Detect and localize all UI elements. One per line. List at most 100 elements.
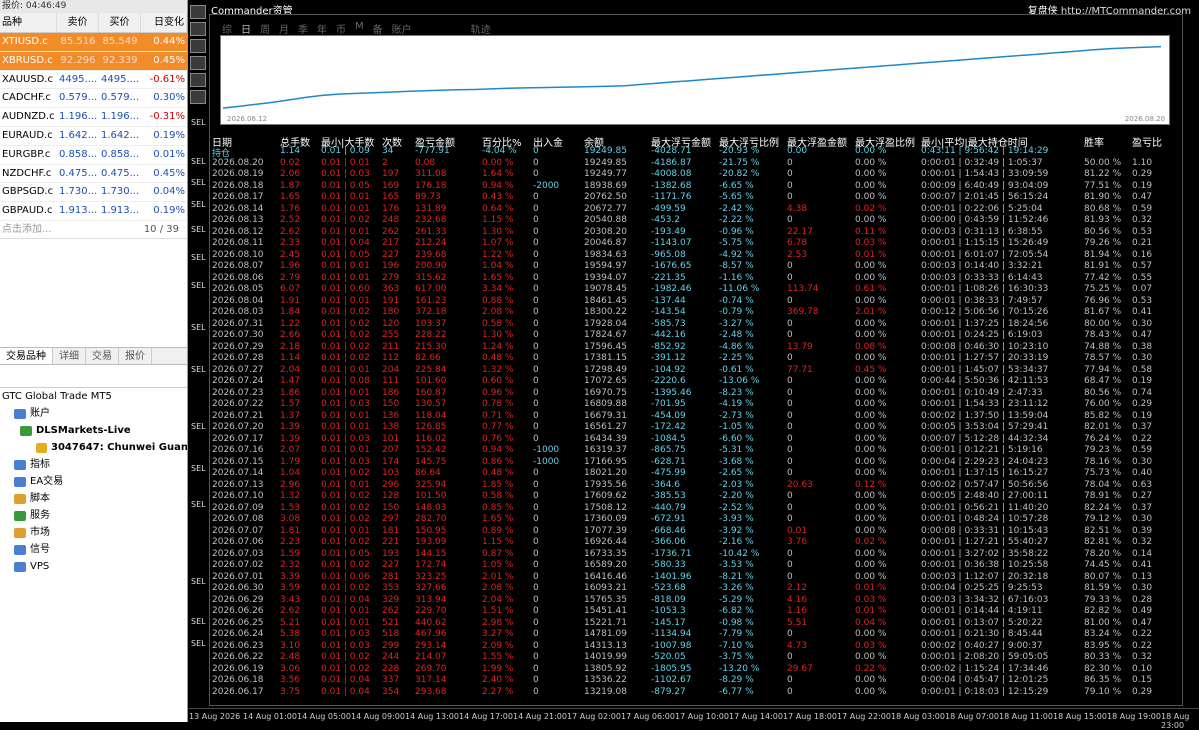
market-watch-row[interactable]: EURGBP.c 0.858... 0.858... 0.01% <box>0 146 187 165</box>
table-row[interactable]: 2026.07.07 1.81 0.01 | 0.01 181 150.95 0.89 %… <box>210 526 1184 538</box>
stats-tab[interactable]: 币 <box>336 21 346 36</box>
navigator-item[interactable]: VPS <box>0 558 187 575</box>
table-row[interactable]: 2026.06.24 5.38 0.01 | 0.03 518 467.96 3.27 %… <box>210 629 1184 641</box>
table-row[interactable]: 2026.07.14 1.04 0.01 | 0.02 103 86.64 0.48 % 0… <box>210 468 1184 480</box>
table-row[interactable]: 2026.07.08 3.08 0.01 | 0.02 297 282.70 1.65 %… <box>210 514 1184 526</box>
table-row[interactable]: 2026.06.17 3.75 0.01 | 0.04 354 293.68 2.27 %… <box>210 687 1184 699</box>
table-row[interactable]: 2026.08.12 2.62 0.01 | 0.01 262 261.33 1.30 %… <box>210 227 1184 239</box>
table-row[interactable]: 2026.07.24 1.47 0.01 | 0.08 111 101.60 0.60 %… <box>210 376 1184 388</box>
stats-tab[interactable]: 备 <box>373 21 383 36</box>
table-row[interactable]: 2026.07.31 1.22 0.01 | 0.02 120 103.37 0.58 %… <box>210 319 1184 331</box>
navigator-item[interactable]: EA交易 <box>0 473 187 490</box>
toolbar-icon[interactable] <box>190 22 206 36</box>
navigator-item[interactable]: DLSMarkets-Live <box>0 422 187 439</box>
table-row[interactable]: 2026.08.18 1.87 0.01 | 0.05 169 176.18 0.94 %… <box>210 181 1184 193</box>
table-row[interactable]: 2026.07.16 2.07 0.01 | 0.01 207 152.42 0.94 %… <box>210 445 1184 457</box>
table-row[interactable]: 2026.07.27 2.04 0.01 | 0.01 204 225.84 1.32 %… <box>210 365 1184 377</box>
toolbar-icon[interactable] <box>190 56 206 70</box>
stats-tab[interactable]: 月 <box>279 21 289 36</box>
tab-trading[interactable]: 交易 <box>86 348 119 364</box>
table-row[interactable]: 2026.07.21 1.37 0.01 | 0.01 136 118.04 0.71 %… <box>210 411 1184 423</box>
tab-details[interactable]: 详细 <box>53 348 86 364</box>
table-row[interactable]: 2026.08.06 2.79 0.01 | 0.01 279 315.62 1.65 %… <box>210 273 1184 285</box>
navigator-item[interactable]: 市场 <box>0 524 187 541</box>
table-cell: 0.13 <box>1132 571 1153 582</box>
table-row[interactable]: 2026.07.06 2.23 0.01 | 0.02 221 193.09 1.15 %… <box>210 537 1184 549</box>
table-row[interactable]: 2026.07.20 1.39 0.01 | 0.01 138 126.85 0.77 %… <box>210 422 1184 434</box>
table-row[interactable]: 2026.08.04 1.91 0.01 | 0.01 191 161.23 0.88 %… <box>210 296 1184 308</box>
market-watch-row[interactable]: GBPSGD.c 1.730... 1.730... 0.04% <box>0 183 187 203</box>
table-row[interactable]: 2026.08.07 1.96 0.01 | 0.01 196 200.90 1.04 %… <box>210 261 1184 273</box>
table-row[interactable]: 2026.06.18 3.56 0.01 | 0.04 337 317.14 2.40 %… <box>210 675 1184 687</box>
stats-tab[interactable]: 周 <box>260 21 270 36</box>
table-row[interactable]: 2026.07.17 1.39 0.01 | 0.03 101 116.02 0.76 %… <box>210 434 1184 446</box>
stats-tab[interactable]: 日 <box>241 21 251 36</box>
table-cell: 0.01 | 0.02 <box>321 491 370 501</box>
table-row[interactable]: 2026.07.22 1.57 0.01 | 0.03 150 130.57 0.78 %… <box>210 399 1184 411</box>
table-row[interactable]: 2026.07.09 1.53 0.01 | 0.02 150 148.03 0.85 %… <box>210 503 1184 515</box>
table-row[interactable]: 2026.08.14 1.76 0.01 | 0.01 176 131.89 0.64 %… <box>210 204 1184 216</box>
table-row[interactable]: 2026.07.28 1.14 0.01 | 0.02 112 82.66 0.48 % 0… <box>210 353 1184 365</box>
table-row[interactable]: 2026.07.23 1.86 0.01 | 0.01 186 160.87 0.96 %… <box>210 388 1184 400</box>
toolbar-icon[interactable] <box>190 90 206 104</box>
col-change[interactable]: 日变化 <box>141 13 187 32</box>
stats-tab[interactable]: 年 <box>317 21 327 36</box>
stats-tab[interactable]: 季 <box>298 21 308 36</box>
market-watch-row[interactable]: XTIUSD.c 85.516 85.549 0.44% <box>0 33 187 52</box>
add-symbol-link[interactable]: 点击添加... <box>2 221 52 238</box>
market-watch-row[interactable]: CADCHF.c 0.579... 0.579... 0.30% <box>0 89 187 109</box>
table-row[interactable]: 2026.07.30 2.66 0.01 | 0.02 255 228.22 1.30 %… <box>210 330 1184 342</box>
holding-row[interactable]: 持仓 1.14 0.01 | 0.09 34 -777.91 -4.04 % 0 19249.… <box>210 146 1184 159</box>
navigator-item[interactable]: 账户 <box>0 405 187 422</box>
table-row[interactable]: 2026.06.23 3.10 0.01 | 0.03 299 293.14 2.09 %… <box>210 641 1184 653</box>
stats-tab[interactable]: 账户 <box>392 21 412 36</box>
col-symbol[interactable]: 品种 <box>0 13 57 32</box>
table-row[interactable]: 2026.08.05 6.07 0.01 | 0.60 363 617.00 3.34 %… <box>210 284 1184 296</box>
table-row[interactable]: 2026.07.13 2.96 0.01 | 0.01 296 325.94 1.85 %… <box>210 480 1184 492</box>
table-row[interactable]: 2026.06.26 2.62 0.01 | 0.01 262 229.70 1.51 %… <box>210 606 1184 618</box>
toolbar-icon[interactable] <box>190 73 206 87</box>
market-watch-row[interactable]: NZDCHF.c 0.475... 0.475... 0.45% <box>0 165 187 184</box>
table-row[interactable]: 2026.08.11 2.33 0.01 | 0.04 217 212.24 1.07 %… <box>210 238 1184 250</box>
table-cell: 1.47 <box>280 376 301 386</box>
market-watch-row[interactable]: GBPAUD.c 1.913... 1.913... 0.19% <box>0 202 187 221</box>
tab-ticks[interactable]: 报价 <box>119 348 152 364</box>
market-watch-row[interactable]: XBRUSD.c 92.296 92.339 0.45% <box>0 51 187 71</box>
stats-tab[interactable]: 轨迹 <box>471 21 491 36</box>
table-cell: 2026.07.03 <box>212 548 264 559</box>
table-row[interactable]: 2026.08.03 1.84 0.01 | 0.02 180 372.18 2.08 %… <box>210 307 1184 319</box>
table-row[interactable]: 2026.08.17 1.65 0.01 | 0.01 165 89.73 0.43 % 0… <box>210 192 1184 204</box>
market-watch-row[interactable]: XAUUSD.c 4495.... 4495.... -0.61% <box>0 71 187 90</box>
table-cell: 0 <box>533 376 539 386</box>
table-row[interactable]: 2026.06.22 2.48 0.01 | 0.02 244 214.07 1.55 %… <box>210 652 1184 664</box>
col-bid[interactable]: 卖价 <box>57 13 99 32</box>
table-row[interactable]: 2026.07.01 3.39 0.01 | 0.06 281 323.25 2.01 %… <box>210 572 1184 584</box>
stats-tab[interactable]: M <box>355 21 364 36</box>
table-row[interactable]: 2026.06.25 5.21 0.01 | 0.01 521 440.62 2.98 %… <box>210 618 1184 630</box>
tab-symbols[interactable]: 交易品种 <box>0 348 53 364</box>
table-row[interactable]: 2026.06.29 3.43 0.01 | 0.04 329 313.94 2.04 %… <box>210 595 1184 607</box>
navigator-item[interactable]: 脚本 <box>0 490 187 507</box>
table-row[interactable]: 2026.07.29 2.18 0.01 | 0.02 211 215.30 1.24 %… <box>210 342 1184 354</box>
col-ask[interactable]: 买价 <box>99 13 141 32</box>
table-row[interactable]: 2026.08.13 2.52 0.01 | 0.02 248 232.68 1.15 %… <box>210 215 1184 227</box>
market-watch-row[interactable]: AUDNZD.c 1.196... 1.196... -0.31% <box>0 108 187 127</box>
navigator-item[interactable]: 信号 <box>0 541 187 558</box>
table-row[interactable]: 2026.06.30 3.59 0.01 | 0.02 353 327.66 2.08 %… <box>210 583 1184 595</box>
table-row[interactable]: 2026.07.02 2.32 0.01 | 0.02 227 172.74 1.05 %… <box>210 560 1184 572</box>
stats-tab[interactable]: 综 <box>222 21 232 36</box>
table-row[interactable]: 2026.08.10 2.45 0.01 | 0.05 227 239.68 1.22 %… <box>210 250 1184 262</box>
table-row[interactable]: 2026.07.10 1.32 0.01 | 0.02 128 101.50 0.58 %… <box>210 491 1184 503</box>
navigator-item[interactable]: 服务 <box>0 507 187 524</box>
table-row[interactable]: 2026.08.20 0.02 0.01 | 0.01 2 0.08 0.00 % 0 192… <box>210 158 1184 170</box>
table-row[interactable]: 2026.06.19 3.06 0.01 | 0.02 228 269.70 1.99 %… <box>210 664 1184 676</box>
toolbar-icon[interactable] <box>190 5 206 19</box>
toolbar-icon[interactable] <box>190 39 206 53</box>
navigator-item[interactable]: 3047647: Chunwei Guan <box>0 439 187 456</box>
navigator-root[interactable]: GTC Global Trade MT5 <box>0 388 187 405</box>
market-watch-row[interactable]: EURAUD.c 1.642... 1.642... 0.19% <box>0 127 187 146</box>
table-row[interactable]: 2026.07.03 1.59 0.01 | 0.05 193 144.15 0.87 %… <box>210 549 1184 561</box>
navigator-item[interactable]: 指标 <box>0 456 187 473</box>
table-row[interactable]: 2026.08.19 2.06 0.01 | 0.03 197 311.08 1.64 %… <box>210 169 1184 181</box>
table-row[interactable]: 2026.07.15 1.79 0.01 | 0.03 174 145.75 0.86 %… <box>210 457 1184 469</box>
